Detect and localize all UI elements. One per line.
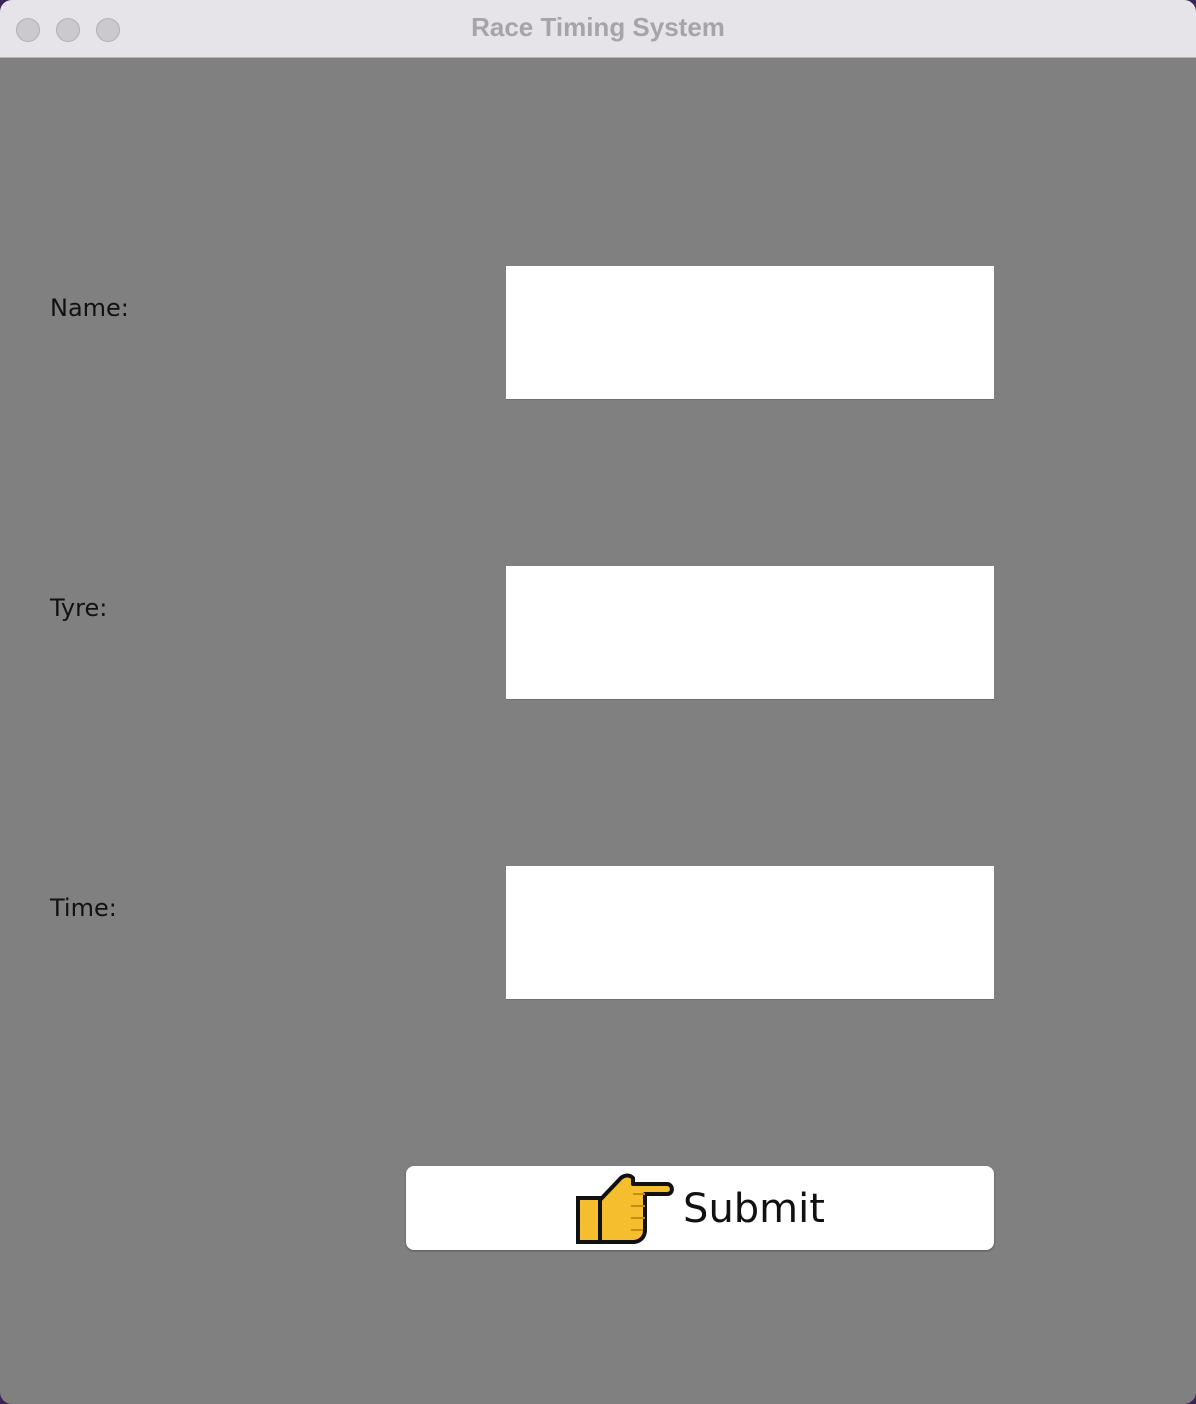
app-window: Race Timing System Name: Tyre: Time: Sub… bbox=[0, 0, 1196, 1404]
submit-label: Submit bbox=[683, 1186, 825, 1232]
name-label: Name: bbox=[50, 294, 129, 322]
time-input[interactable] bbox=[506, 866, 994, 1000]
tyre-label: Tyre: bbox=[50, 594, 108, 622]
submit-button[interactable]: Submit bbox=[406, 1166, 994, 1250]
window-title: Race Timing System bbox=[471, 12, 725, 42]
tyre-input[interactable] bbox=[506, 566, 994, 700]
pointing-hand-icon bbox=[576, 1173, 674, 1244]
time-label: Time: bbox=[50, 894, 117, 922]
title-bar[interactable]: Race Timing System bbox=[0, 0, 1196, 58]
name-input[interactable] bbox=[506, 266, 994, 400]
